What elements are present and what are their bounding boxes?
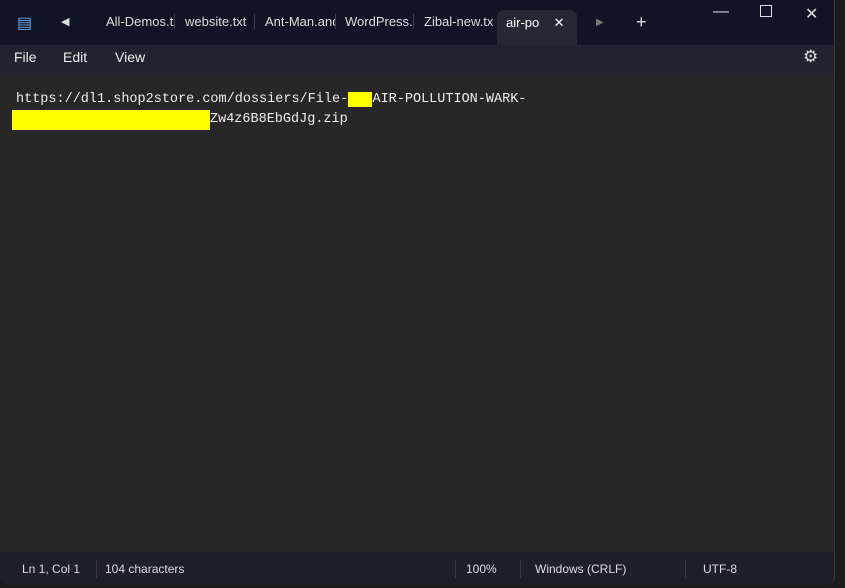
text-editor[interactable]: https://dl1.shop2store.com/dossiers/File… xyxy=(0,73,834,552)
menu-edit[interactable]: Edit xyxy=(63,49,87,65)
close-window-icon[interactable]: ✕ xyxy=(805,4,818,24)
close-tab-icon[interactable]: ✕ xyxy=(554,15,565,30)
tab-air-pollution[interactable]: air-po ✕ xyxy=(497,10,577,45)
tab-website[interactable]: website.txt xyxy=(185,14,255,29)
redacted-highlight: 05- xyxy=(348,92,373,107)
text-line-2-end: Zw4z6B8EbGdJg.zip xyxy=(210,112,348,127)
title-bar: ▤ ◀ All-Demos.txt website.txt Ant-Man.an… xyxy=(0,0,834,45)
menu-view[interactable]: View xyxy=(115,49,145,65)
new-tab-icon[interactable]: + xyxy=(636,12,647,33)
text-line-1-end: AIR-POLLUTION-WARK- xyxy=(372,92,527,107)
minimize-icon[interactable]: — xyxy=(713,3,729,21)
status-bar: Ln 1, Col 1 104 characters 100% Windows … xyxy=(0,552,834,585)
tab-zibal-new[interactable]: Zibal-new.txt xyxy=(424,14,493,29)
tab-all-demos[interactable]: All-Demos.txt xyxy=(106,14,175,29)
tab-ant-man[interactable]: Ant-Man.and xyxy=(265,14,336,29)
maximize-icon[interactable] xyxy=(760,5,772,17)
character-count: 104 characters xyxy=(105,562,185,576)
menu-bar: File Edit View ⚙ xyxy=(0,45,834,73)
line-ending[interactable]: Windows (CRLF) xyxy=(535,562,626,576)
menu-file[interactable]: File xyxy=(14,49,37,65)
tab-label: air-po xyxy=(506,15,540,30)
zoom-level[interactable]: 100% xyxy=(466,562,497,576)
scroll-right-icon[interactable]: ▶ xyxy=(596,17,604,28)
notepad-window: ▤ ◀ All-Demos.txt website.txt Ant-Man.an… xyxy=(0,0,835,585)
tab-wordpress[interactable]: WordPress.2 xyxy=(345,14,414,29)
settings-gear-icon[interactable]: ⚙ xyxy=(803,47,818,67)
redacted-highlight: XXXXXXXXXXXXXXXXXXXXXXXXXXXX xyxy=(12,110,210,130)
scroll-left-icon[interactable]: ◀ xyxy=(61,15,69,28)
notepad-icon: ▤ xyxy=(17,15,33,32)
text-line-1-start: https://dl1.shop2store.com/dossiers/File… xyxy=(16,92,349,107)
encoding[interactable]: UTF-8 xyxy=(703,562,737,576)
cursor-position: Ln 1, Col 1 xyxy=(22,562,81,576)
